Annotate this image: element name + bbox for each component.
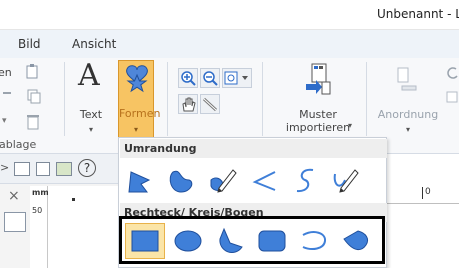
- object-panel-icon[interactable]: [4, 212, 26, 232]
- text-button[interactable]: A Text ▾: [72, 58, 110, 138]
- vertical-ruler: mm 50: [30, 186, 49, 268]
- freeform-closed-curve-icon[interactable]: [167, 166, 195, 194]
- align-icon[interactable]: [446, 90, 459, 104]
- open-polyline-icon[interactable]: [251, 166, 279, 194]
- horizontal-ruler: 0: [384, 186, 459, 204]
- view-toolbar-arrow: >: [0, 161, 10, 174]
- menu-bar: Bild Ansicht: [0, 30, 459, 58]
- anordnung-button[interactable]: Anordnung ▾: [372, 58, 444, 138]
- hand-pan-icon: [182, 97, 196, 112]
- rounded-rectangle-icon[interactable]: [258, 227, 286, 255]
- canvas-dot: [72, 198, 75, 201]
- ruler-top-value: 0: [425, 187, 431, 197]
- muster-label-line1: Muster: [299, 108, 337, 121]
- shapes-dropdown-panel: Umrandung Rechteck/ Kreis/Bogen: [118, 137, 387, 268]
- window-title: Unbenannt - L: [377, 7, 459, 21]
- close-panel-icon[interactable]: ×: [8, 188, 20, 204]
- ribbon-separator: [262, 62, 263, 136]
- formen-dropdown-caret: ▾: [133, 125, 138, 134]
- zoom-in-icon: [181, 71, 196, 86]
- muster-importieren-button[interactable]: Muster importieren ▾: [280, 58, 356, 138]
- formen-button-label: Formen: [119, 107, 161, 120]
- shapes-heart-star-icon: [126, 65, 148, 93]
- view-panel-icon[interactable]: [36, 162, 50, 176]
- title-bar: Unbenannt - L: [0, 0, 459, 30]
- muster-dropdown-caret: ▾: [348, 121, 353, 130]
- arc-icon[interactable]: [300, 227, 328, 255]
- section-umrandung-header: Umrandung: [120, 139, 387, 158]
- view-color-icon[interactable]: [56, 162, 72, 176]
- ruler-unit-label: mm: [32, 188, 49, 197]
- text-dropdown-caret: ▾: [88, 125, 93, 134]
- zoom-out-button[interactable]: [200, 68, 220, 88]
- freehand-open-pencil-icon[interactable]: [331, 166, 359, 194]
- ellipse-icon[interactable]: [174, 227, 202, 255]
- import-pattern-icon: [306, 63, 331, 95]
- anordnung-label: Anordnung: [377, 108, 439, 121]
- ruler-tick: [422, 187, 423, 199]
- text-glyph-icon: A: [78, 58, 100, 93]
- shapes-row-rechteck-kreis-bogen: [119, 216, 385, 264]
- paste-icon[interactable]: [24, 64, 40, 80]
- ribbon-separator: [366, 62, 367, 136]
- muster-label-line2: importieren: [285, 121, 351, 134]
- arrange-icon: [397, 67, 417, 91]
- freeform-polygon-icon[interactable]: [125, 166, 153, 194]
- freehand-pencil-icon[interactable]: [209, 166, 237, 194]
- view-toolbar: > ?: [0, 154, 118, 184]
- clipboard-partial-label: en: [0, 66, 12, 79]
- rectangle-icon[interactable]: [131, 227, 159, 255]
- anordnung-dropdown-caret: ▾: [405, 125, 410, 134]
- ribbon-separator: [167, 62, 168, 136]
- copy-icon[interactable]: [26, 88, 42, 104]
- zoom-in-button[interactable]: [178, 68, 198, 88]
- zoom-fit-icon: [224, 71, 248, 85]
- menu-bild[interactable]: Bild: [18, 37, 41, 51]
- chord-icon[interactable]: [342, 227, 370, 255]
- rotate-icon[interactable]: [446, 66, 459, 82]
- measure-button[interactable]: [200, 94, 220, 114]
- measure-icon: [202, 97, 218, 112]
- cut-icon[interactable]: [2, 88, 12, 98]
- view-grid-icon[interactable]: [14, 162, 30, 176]
- open-curve-icon[interactable]: [291, 166, 319, 194]
- menu-ansicht[interactable]: Ansicht: [72, 37, 116, 51]
- ruler-left-value: 50: [32, 206, 43, 215]
- ribbon-separator: [64, 62, 65, 136]
- text-button-label: Text: [79, 108, 103, 121]
- pie-sector-icon[interactable]: [216, 227, 244, 255]
- pan-button[interactable]: [178, 94, 198, 114]
- help-icon[interactable]: ?: [78, 159, 96, 177]
- delete-icon[interactable]: [26, 114, 40, 130]
- app-window: Unbenannt - L Bild Ansicht en ▾ ablage A…: [0, 0, 459, 268]
- zoom-fit-dropdown[interactable]: [222, 68, 252, 88]
- formen-button[interactable]: Formen ▾: [118, 60, 161, 138]
- dropdown-caret-small[interactable]: ▾: [2, 116, 7, 126]
- zoom-out-icon: [203, 71, 218, 86]
- clipboard-group-label: ablage: [0, 138, 37, 151]
